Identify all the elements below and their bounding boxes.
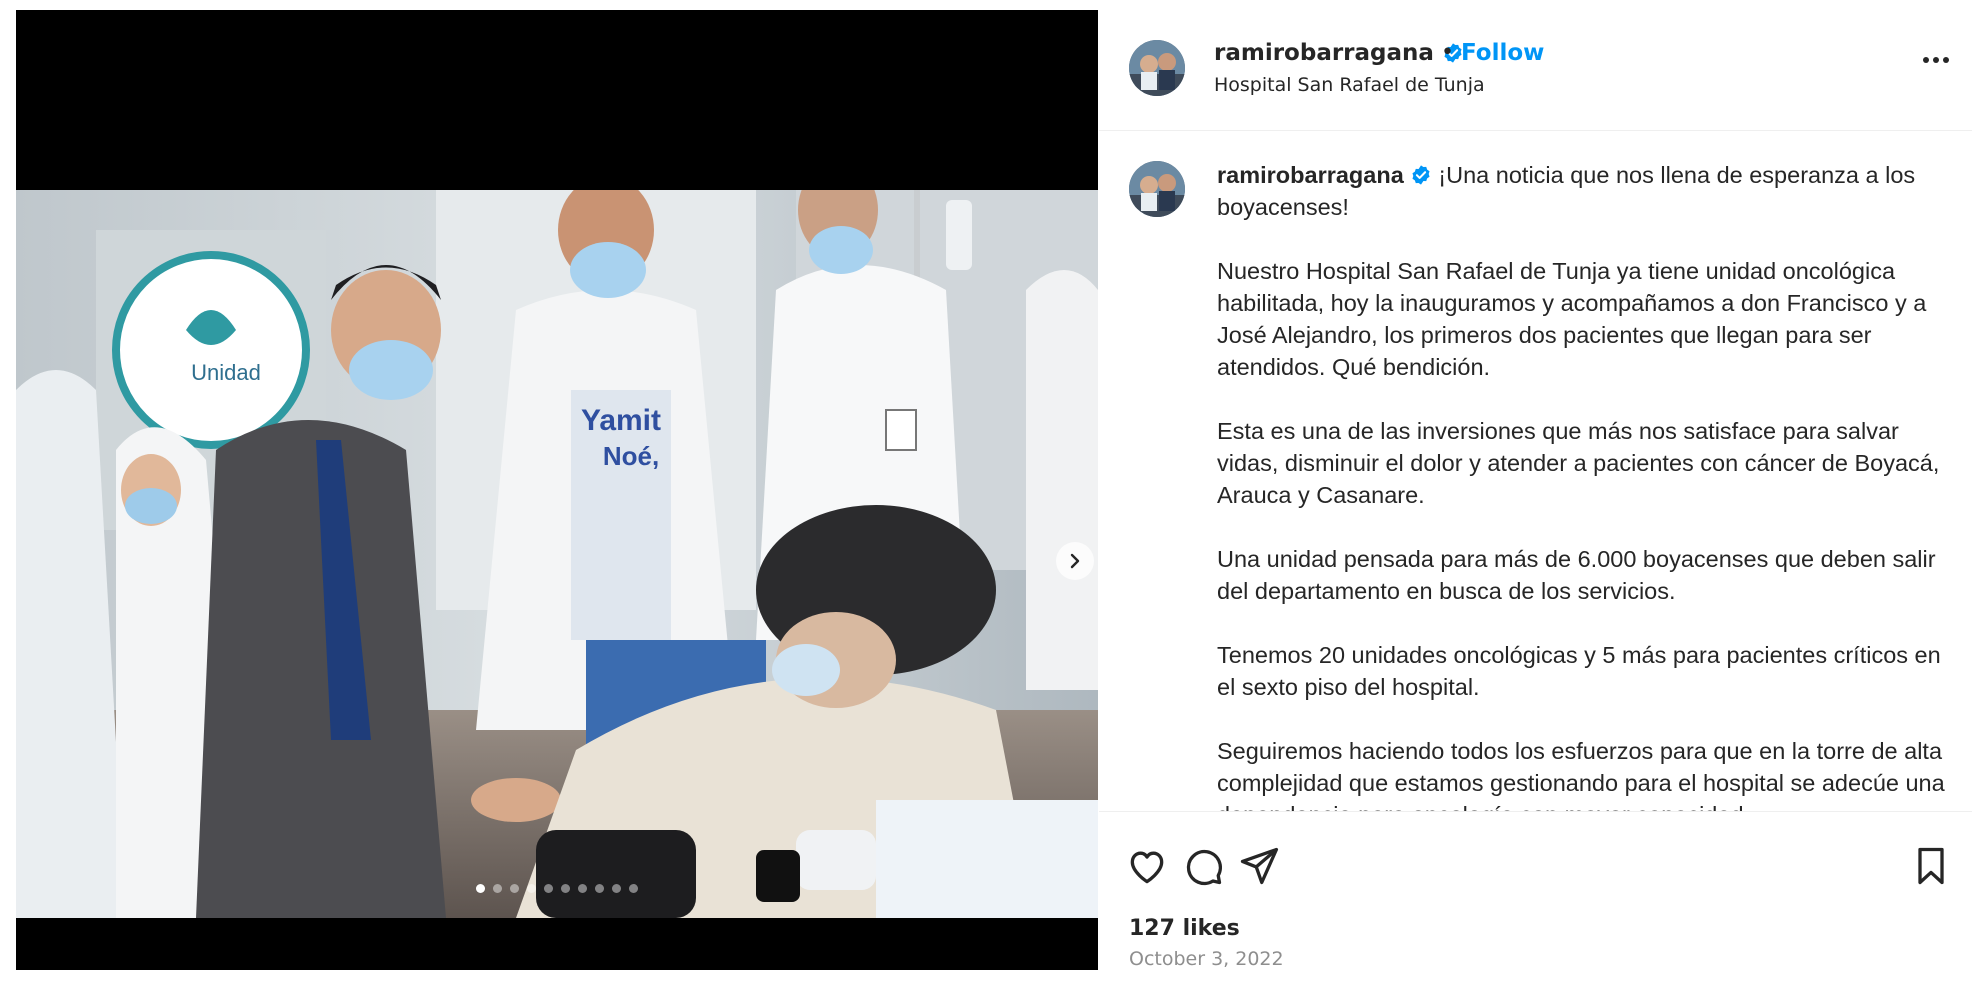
poster-text: Unidad: [191, 360, 261, 385]
carousel-dot: [595, 884, 604, 893]
post-side-panel: ramirobarragana • Follow Hospital San Ra…: [1099, 10, 1972, 970]
profile-photo-icon: [1129, 161, 1185, 217]
hospital-scene-image: Unidad Yamit Noé,: [16, 190, 1098, 918]
caption-paragraph: Una unidad pensada para más de 6.000 boy…: [1217, 546, 1936, 604]
caption-paragraph: Esta es una de las inversiones que más n…: [1217, 418, 1940, 508]
separator-dot: •: [1441, 40, 1454, 65]
carousel-dot: [561, 884, 570, 893]
carousel-dot: [544, 884, 553, 893]
carousel-dot: [527, 884, 536, 893]
post-actions: 127 likes October 3, 2022: [1099, 811, 1972, 972]
next-image-button[interactable]: [1056, 542, 1094, 580]
caption-scroll-area[interactable]: ramirobarragana ¡Una noticia que nos lle…: [1099, 131, 1972, 811]
avatar[interactable]: [1129, 161, 1185, 217]
post-caption: ramirobarragana ¡Una noticia que nos lle…: [1217, 159, 1947, 811]
carousel-dot: [578, 884, 587, 893]
carousel-dot: [612, 884, 621, 893]
post-media[interactable]: Unidad Yamit Noé,: [16, 10, 1098, 970]
verified-badge-icon: [1412, 165, 1430, 185]
post-location[interactable]: Hospital San Rafael de Tunja: [1214, 74, 1485, 96]
post-header: ramirobarragana • Follow Hospital San Ra…: [1099, 10, 1972, 131]
carousel-dot: [493, 884, 502, 893]
post-date: October 3, 2022: [1129, 948, 1284, 970]
post-author[interactable]: ramirobarragana: [1214, 40, 1464, 66]
post-photo[interactable]: Unidad Yamit Noé,: [16, 190, 1098, 918]
shirt-text: Yamit: [581, 404, 661, 437]
avatar[interactable]: [1129, 40, 1185, 96]
profile-photo-icon: [1129, 40, 1185, 96]
caption-paragraph: Tenemos 20 unidades oncológicas y 5 más …: [1217, 642, 1941, 700]
username[interactable]: ramirobarragana: [1214, 40, 1434, 66]
share-icon[interactable]: [1237, 844, 1281, 888]
svg-text:Noé,: Noé,: [603, 441, 659, 471]
more-options-icon[interactable]: [1919, 50, 1953, 70]
carousel-dot: [510, 884, 519, 893]
caption-username[interactable]: ramirobarragana: [1217, 162, 1404, 188]
bookmark-icon[interactable]: [1909, 844, 1953, 888]
caption-lead: ramirobarragana ¡Una noticia que nos lle…: [1217, 159, 1947, 223]
caption-paragraph: Seguiremos haciendo todos los esfuerzos …: [1217, 738, 1945, 811]
carousel-indicator: [16, 884, 1098, 893]
likes-count[interactable]: 127 likes: [1129, 916, 1240, 941]
follow-button[interactable]: Follow: [1461, 40, 1544, 66]
heart-icon[interactable]: [1125, 844, 1169, 888]
caption-paragraph: Nuestro Hospital San Rafael de Tunja ya …: [1217, 258, 1927, 380]
comment-icon[interactable]: [1181, 844, 1225, 888]
carousel-dot: [476, 884, 485, 893]
carousel-dot: [629, 884, 638, 893]
chevron-right-icon: [1070, 553, 1080, 569]
